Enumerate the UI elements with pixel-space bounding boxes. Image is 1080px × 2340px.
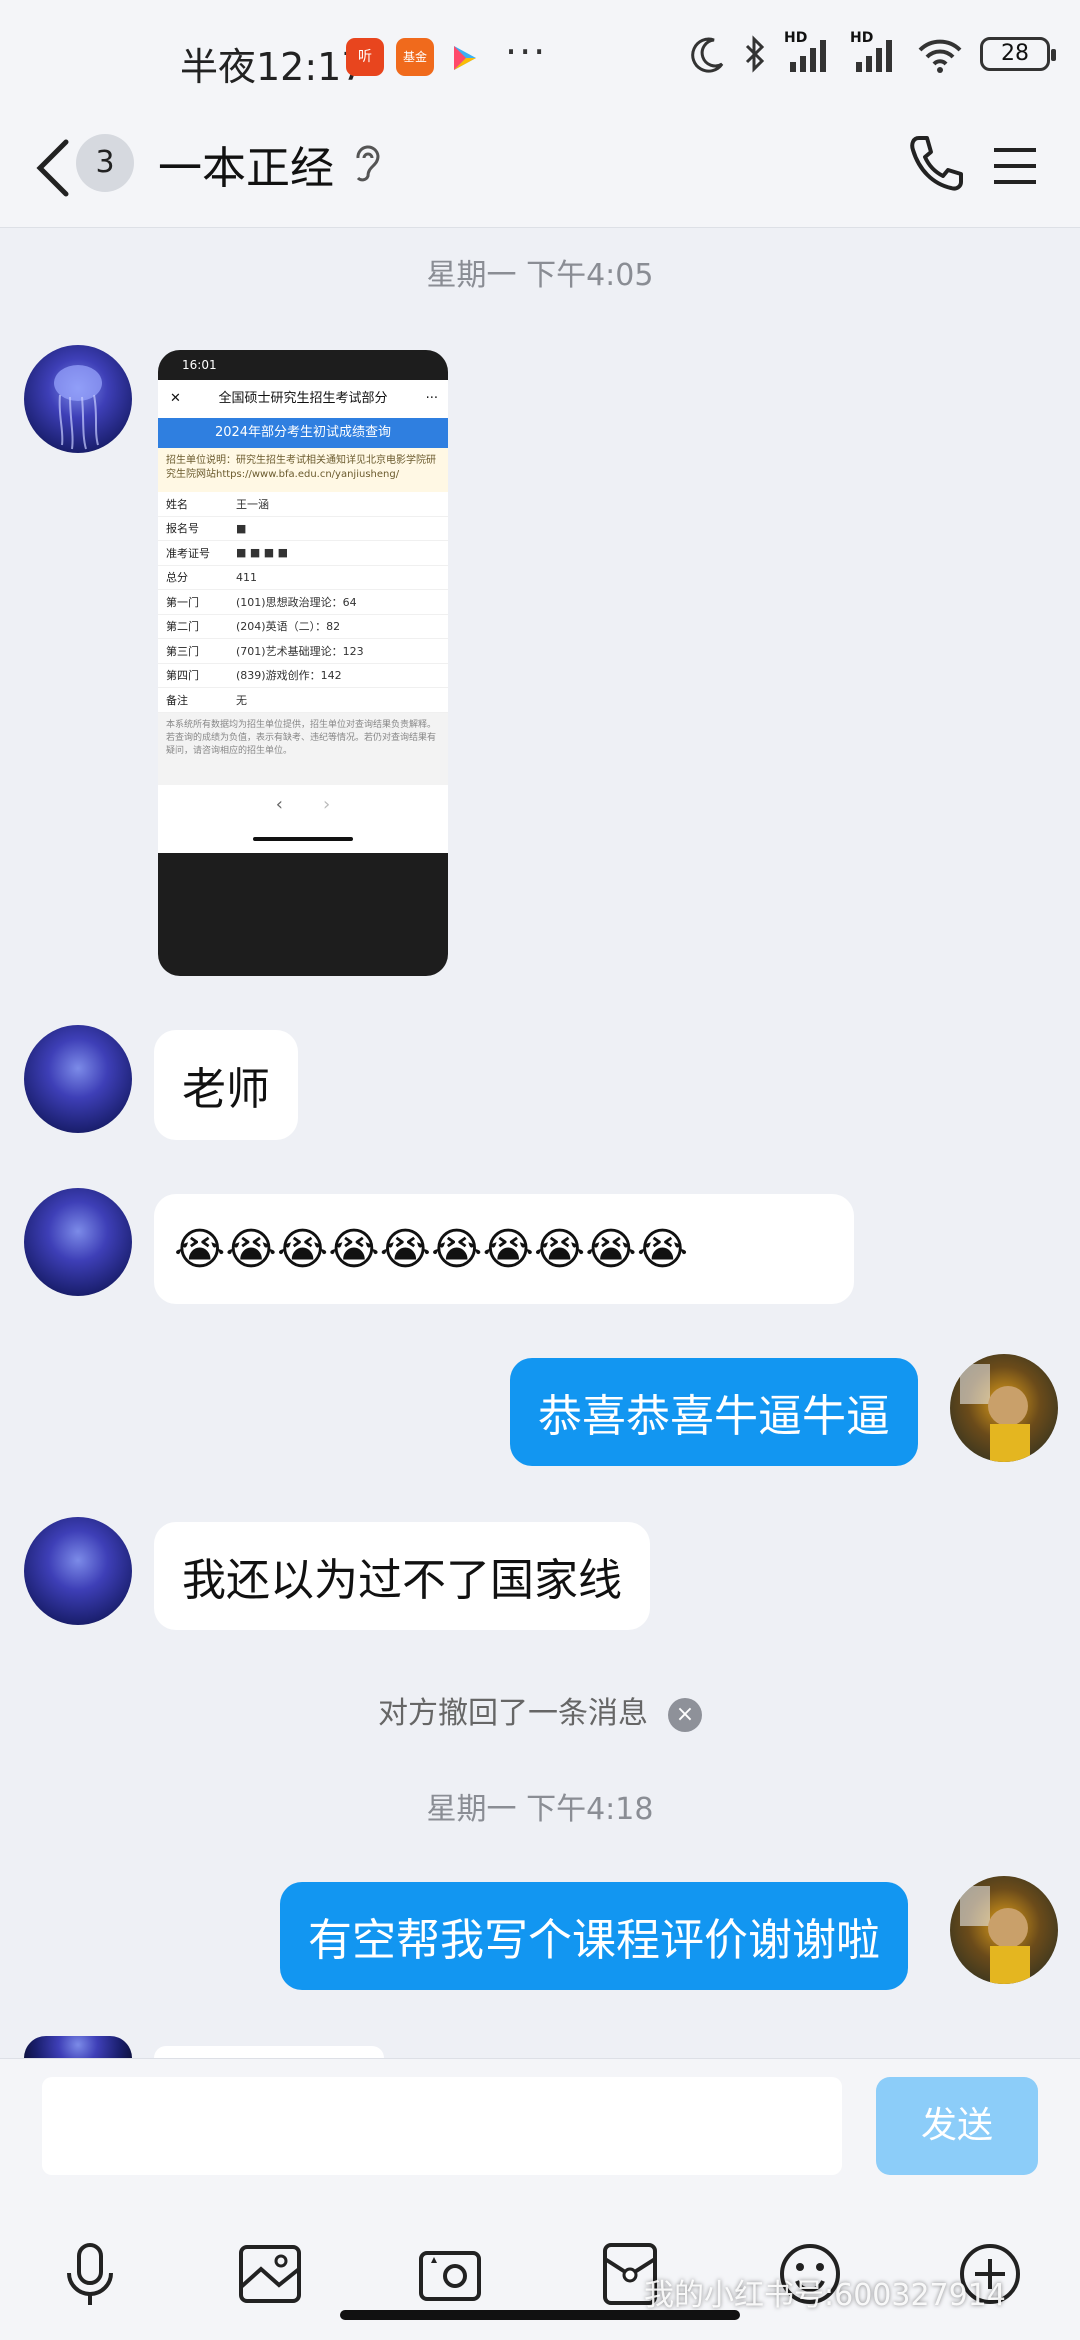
image-icon[interactable]: [235, 2239, 305, 2309]
clock: 半夜12:17: [180, 45, 366, 89]
screenshot-blue-title: 2024年部分考生初试成绩查询: [158, 418, 448, 448]
screenshot-row: 第二门 (204)英语（二）：82: [158, 615, 448, 639]
moon-icon: [691, 37, 724, 73]
screenshot-row-value: (839)游戏创作：142: [236, 669, 342, 683]
screenshot-row-label: 第四门: [166, 669, 199, 683]
recall-notice-text: 对方撤回了一条消息: [378, 1696, 648, 1731]
bluetooth-icon: [745, 35, 765, 73]
camera-icon[interactable]: [415, 2239, 485, 2309]
timestamp: 星期一 下午4:05: [426, 258, 654, 293]
phone-icon[interactable]: [905, 130, 965, 196]
screenshot-row: 姓名 王一涵: [158, 492, 448, 517]
hearing-icon[interactable]: [350, 140, 384, 190]
screenshot-forward-icon: ›: [323, 794, 331, 815]
screenshot-row-value: 无: [236, 693, 247, 707]
screenshot-row: 第四门 (839)游戏创作：142: [158, 664, 448, 688]
screenshot-homebar: [158, 824, 448, 853]
screenshot-row-label: 总分: [166, 571, 188, 585]
screenshot-row-label: 备注: [166, 693, 188, 707]
screenshot-score-table: 姓名 王一涵报名号 ■ 准考证号 ■ ■ ■ ■ 总分 411 第一门 (101)思想政治理论：…: [158, 492, 448, 713]
screenshot-row-label: 报名号: [166, 522, 199, 536]
screenshot-row-value: (101)思想政治理论：64: [236, 595, 357, 609]
contact-avatar[interactable]: [24, 345, 132, 453]
screenshot-row: 报名号 ■: [158, 517, 448, 541]
screenshot-row-value: 411: [236, 570, 257, 584]
screenshot-row: 总分 411: [158, 566, 448, 590]
self-avatar-image: [960, 1364, 1030, 1462]
screenshot-row-label: 准考证号: [166, 546, 210, 560]
screenshot-row-value: (204)英语（二）：82: [236, 620, 341, 634]
my-avatar[interactable]: [950, 1354, 1058, 1462]
app-badge-fund: 基金: [396, 38, 434, 76]
screenshot-row-value: ■: [236, 521, 247, 535]
signal-1-icon: HD: [784, 30, 834, 74]
screenshot-nav: ✕ 全国硕士研究生招生考试部分 ···: [158, 380, 448, 418]
self-avatar-image: [960, 1886, 1030, 1984]
screenshot-row: 第三门 (701)艺术基础理论：123: [158, 639, 448, 664]
watermark-text: 我的小红书号:600327914: [644, 2278, 1006, 2313]
wifi-icon: [918, 39, 962, 73]
contact-avatar[interactable]: [24, 2036, 132, 2058]
signal-2-icon: HD: [850, 30, 900, 74]
screenshot-status-time: 16:01: [182, 358, 217, 372]
screenshot-row: 备注 无: [158, 688, 448, 713]
screenshot-note: 招生单位说明：研究生招生考试相关通知详见北京电影学院研究生院网站https://…: [158, 448, 448, 492]
screenshot-row: 第一门 (101)思想政治理论：64: [158, 590, 448, 615]
dismiss-recall-icon[interactable]: ×: [668, 1697, 702, 1732]
message-input[interactable]: [42, 2077, 842, 2175]
chat-title[interactable]: 一本正经: [158, 132, 334, 196]
message-bubble-incoming-emoji[interactable]: 😭😭😭😭😭😭😭😭😭😭: [154, 1194, 854, 1304]
unread-count-badge[interactable]: 3: [76, 134, 134, 192]
screenshot-nav-title: 全国硕士研究生招生考试部分: [218, 391, 388, 406]
score-screenshot-image[interactable]: 16:01 ✕ 全国硕士研究生招生考试部分 ··· 2024年部分考生初试成绩查…: [158, 350, 448, 976]
microphone-icon[interactable]: [55, 2239, 125, 2309]
my-avatar[interactable]: [950, 1876, 1058, 1984]
screenshot-row-label: 姓名: [166, 497, 188, 511]
screenshot-row-value: (701)艺术基础理论：123: [236, 644, 364, 658]
home-indicator[interactable]: [340, 2310, 740, 2320]
chat-header: 3 一本正经: [0, 110, 1080, 228]
screenshot-row-label: 第一门: [166, 595, 199, 609]
message-bubble-incoming[interactable]: 老师: [154, 1030, 298, 1140]
message-bubble-outgoing[interactable]: 恭喜恭喜牛逼牛逼: [510, 1358, 918, 1466]
status-bar: 半夜12:17 听 基金 ··· HD HD 28: [0, 0, 1080, 110]
screenshot-footer: 本系统所有数据均为招生单位提供，招生单位对查询结果负责解释。若查询的成绩为负值，…: [158, 712, 448, 785]
battery-indicator: 28: [980, 37, 1056, 71]
screenshot-more-icon: ···: [425, 391, 438, 406]
screenshot-row-label: 第二门: [166, 620, 199, 634]
screenshot-row: 准考证号 ■ ■ ■ ■: [158, 541, 448, 566]
recall-notice: 对方撤回了一条消息 ×: [0, 1688, 1080, 1732]
app-badge-listen: 听: [346, 38, 384, 76]
contact-avatar[interactable]: [24, 1517, 132, 1625]
more-notifications: ···: [505, 30, 548, 74]
jellyfish-avatar-image: [54, 365, 102, 450]
message-bubble-outgoing[interactable]: 有空帮我写个课程评价谢谢啦: [280, 1882, 908, 1990]
send-button[interactable]: 发送: [876, 2077, 1038, 2175]
screenshot-navbar: ‹ ›: [158, 784, 448, 825]
message-bubble-incoming[interactable]: 我还以为过不了国家线: [154, 1522, 650, 1630]
contact-avatar[interactable]: [24, 1188, 132, 1296]
screenshot-close-icon: ✕: [170, 391, 181, 406]
play-store-icon: [454, 46, 476, 70]
screenshot-back-icon: ‹: [275, 794, 283, 815]
screenshot-row-value: ■ ■ ■ ■: [236, 546, 289, 560]
timestamp: 星期一 下午4:18: [426, 1792, 654, 1827]
contact-avatar[interactable]: [24, 1025, 132, 1133]
screenshot-row-label: 第三门: [166, 644, 199, 658]
menu-icon[interactable]: [990, 136, 1040, 196]
message-bubble-incoming-partial[interactable]: [154, 2046, 384, 2058]
screenshot-row-value: 王一涵: [236, 497, 269, 511]
